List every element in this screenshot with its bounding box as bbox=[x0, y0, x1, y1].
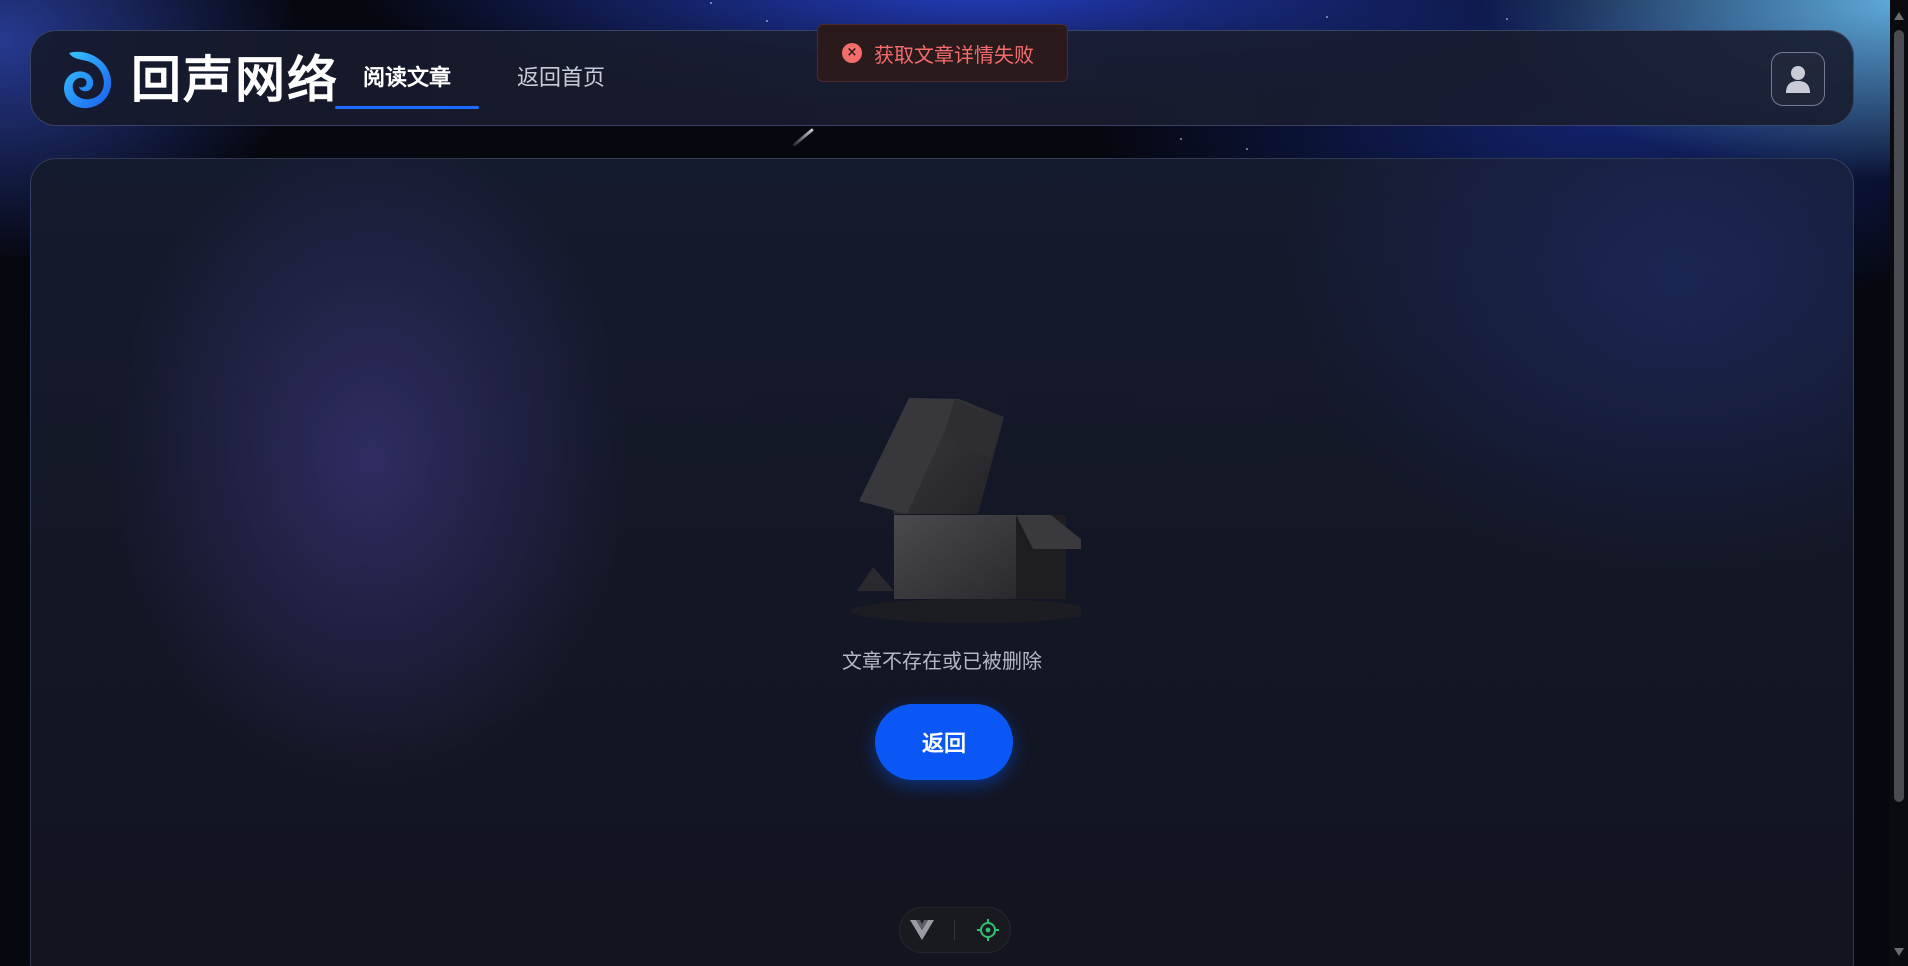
tab-read-article[interactable]: 阅读文章 bbox=[333, 61, 481, 109]
toast-message: 获取文章详情失败 bbox=[874, 42, 1034, 67]
vue-icon[interactable] bbox=[910, 920, 935, 940]
page-scrollbar[interactable] bbox=[1890, 0, 1908, 966]
scrollbar-thumb[interactable] bbox=[1894, 30, 1904, 802]
article-content-panel: 文章不存在或已被删除 返回 bbox=[30, 158, 1854, 966]
star bbox=[1326, 16, 1328, 18]
shooting-star bbox=[792, 127, 814, 148]
error-circle-icon: × bbox=[842, 43, 862, 63]
target-icon[interactable] bbox=[976, 918, 1000, 942]
error-toast: × 获取文章详情失败 bbox=[817, 24, 1068, 82]
user-avatar-button[interactable] bbox=[1771, 52, 1825, 106]
page: 回声网络 阅读文章 返回首页 × 获取文章详情失败 文章不存在或已被删除 返回 bbox=[0, 0, 1908, 966]
vue-devtools-toolbar bbox=[899, 907, 1011, 953]
star bbox=[710, 2, 712, 4]
star bbox=[766, 20, 768, 22]
empty-box-icon bbox=[851, 398, 1081, 623]
user-icon bbox=[1786, 66, 1810, 93]
star bbox=[1506, 18, 1508, 20]
brand-logo[interactable]: 回声网络 bbox=[59, 49, 339, 111]
scroll-down-arrow-icon[interactable] bbox=[1894, 948, 1904, 956]
toolbar-divider bbox=[954, 920, 956, 940]
swirl-logo-icon bbox=[64, 51, 112, 109]
tab-back-home[interactable]: 返回首页 bbox=[487, 61, 635, 109]
scroll-up-arrow-icon[interactable] bbox=[1894, 12, 1904, 20]
brand-name: 回声网络 bbox=[131, 51, 339, 109]
back-button[interactable]: 返回 bbox=[875, 704, 1013, 780]
star bbox=[1246, 148, 1248, 150]
star bbox=[1180, 138, 1182, 140]
empty-state-message: 文章不存在或已被删除 bbox=[842, 649, 1042, 673]
